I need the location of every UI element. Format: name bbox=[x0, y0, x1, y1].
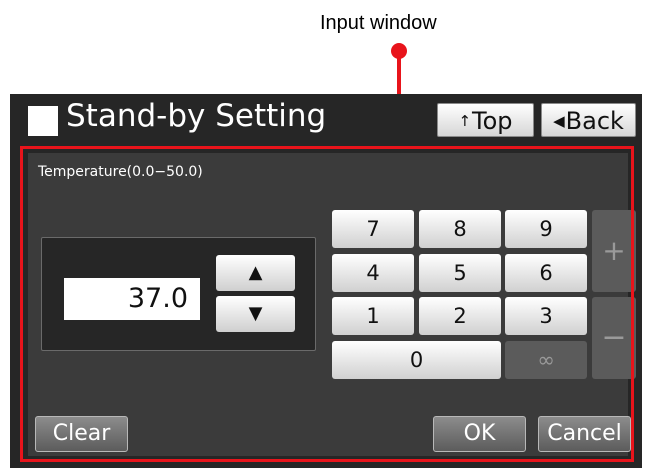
page-title: Stand-by Setting bbox=[66, 98, 327, 134]
input-window-highlight bbox=[20, 146, 634, 462]
checkbox-icon bbox=[28, 106, 58, 136]
arrow-up-icon: ↑ bbox=[458, 112, 472, 130]
callout-label: Input window bbox=[320, 12, 437, 34]
back-button[interactable]: ◀Back bbox=[541, 103, 636, 137]
back-button-label: Back bbox=[565, 107, 624, 135]
top-button-label: Top bbox=[472, 107, 513, 135]
device-screen: Stand-by Setting ↑Top ◀Back Temperature(… bbox=[10, 94, 642, 468]
top-button[interactable]: ↑Top bbox=[437, 103, 534, 137]
triangle-left-icon: ◀ bbox=[553, 112, 565, 130]
